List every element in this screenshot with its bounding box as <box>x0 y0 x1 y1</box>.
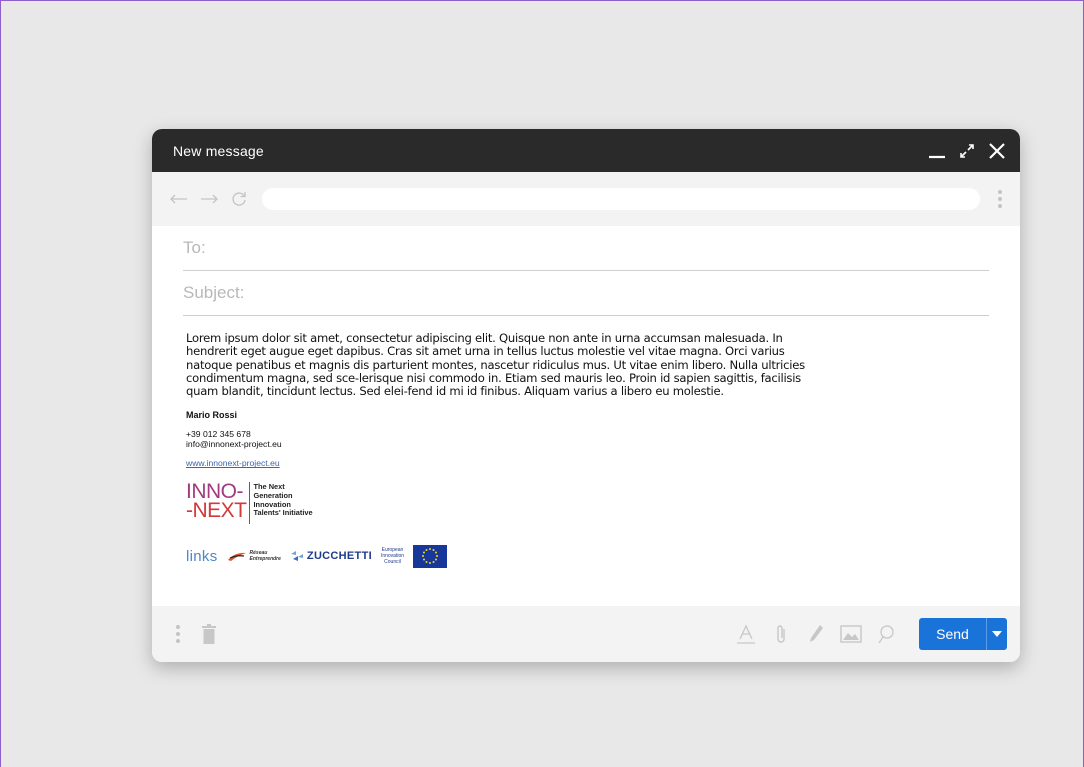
search-icon[interactable] <box>875 623 897 645</box>
send-options-button[interactable] <box>986 618 1007 650</box>
subject-label: Subject: <box>183 283 245 302</box>
refresh-icon[interactable] <box>228 190 250 208</box>
forward-arrow-icon[interactable] <box>198 193 220 205</box>
send-group: Send <box>919 618 1007 650</box>
minimize-icon[interactable] <box>928 142 946 160</box>
logo-divider <box>248 482 250 525</box>
window-controls <box>928 142 1006 160</box>
eu-flag-icon <box>413 544 448 568</box>
eic-line: Council <box>384 559 401 566</box>
signature-name: Mario Rossi <box>186 410 238 421</box>
signature-phone: +39 012 345 678 <box>186 429 251 440</box>
zucchetti-text: ZUCCHETTI <box>306 550 372 563</box>
links-logo: links <box>186 547 218 565</box>
body-text: Lorem ipsum dolor sit amet, consectetur … <box>186 331 805 399</box>
reseau-entreprendre-logo: Réseau Entreprendre <box>227 550 281 562</box>
trash-icon[interactable] <box>198 623 220 645</box>
nav-controls <box>168 190 250 208</box>
compose-window: New message To: Subject: Lorem ipsum dol… <box>152 129 1020 662</box>
message-body[interactable]: Lorem ipsum dolor sit amet, consectetur … <box>152 316 1020 568</box>
kebab-menu-icon[interactable] <box>994 190 1006 208</box>
subject-field[interactable]: Subject: <box>183 271 989 316</box>
send-button[interactable]: Send <box>919 618 986 650</box>
logo-tagline: The Next Generation Innovation Talents' … <box>254 480 313 524</box>
signature-email: info@innonext-project.eu <box>186 439 282 450</box>
text-format-icon[interactable] <box>735 623 757 645</box>
titlebar: New message <box>152 129 1020 172</box>
signature-website-link[interactable]: www.innonext-project.eu <box>186 458 280 468</box>
innonext-wordmark: INNO- -NEXT <box>186 480 247 524</box>
window-title: New message <box>173 142 264 159</box>
zucchetti-logo: ZUCCHETTI <box>290 550 372 562</box>
reseau-mark-icon <box>227 553 246 562</box>
footer-left-tools <box>172 623 220 645</box>
address-bar[interactable] <box>262 188 980 210</box>
eic-logo: European Innovation Council <box>381 547 404 565</box>
partner-logos: links Réseau Entreprendre ZUCCHETTI Euro… <box>186 544 989 568</box>
pen-icon[interactable] <box>805 623 827 645</box>
reseau-line2: Entreprendre <box>249 556 281 563</box>
image-icon[interactable] <box>840 623 862 645</box>
logo-word-bottom: -NEXT <box>186 499 247 523</box>
expand-icon[interactable] <box>958 142 976 160</box>
caret-down-icon <box>992 631 1002 637</box>
kebab-menu-icon[interactable] <box>172 625 184 643</box>
attachment-icon[interactable] <box>770 623 792 645</box>
to-label: To: <box>183 238 206 257</box>
footer-right-tools: Send <box>735 618 1007 650</box>
tagline-line: Talents' Initiative <box>253 508 313 518</box>
to-field[interactable]: To: <box>183 226 989 271</box>
close-icon[interactable] <box>988 142 1006 160</box>
compose-footer: Send <box>152 606 1020 662</box>
zucchetti-mark-icon <box>290 551 303 562</box>
browser-toolbar <box>152 172 1020 226</box>
innonext-logo: INNO- -NEXT The Next Generation Innovati… <box>186 480 989 525</box>
back-arrow-icon[interactable] <box>168 193 190 205</box>
